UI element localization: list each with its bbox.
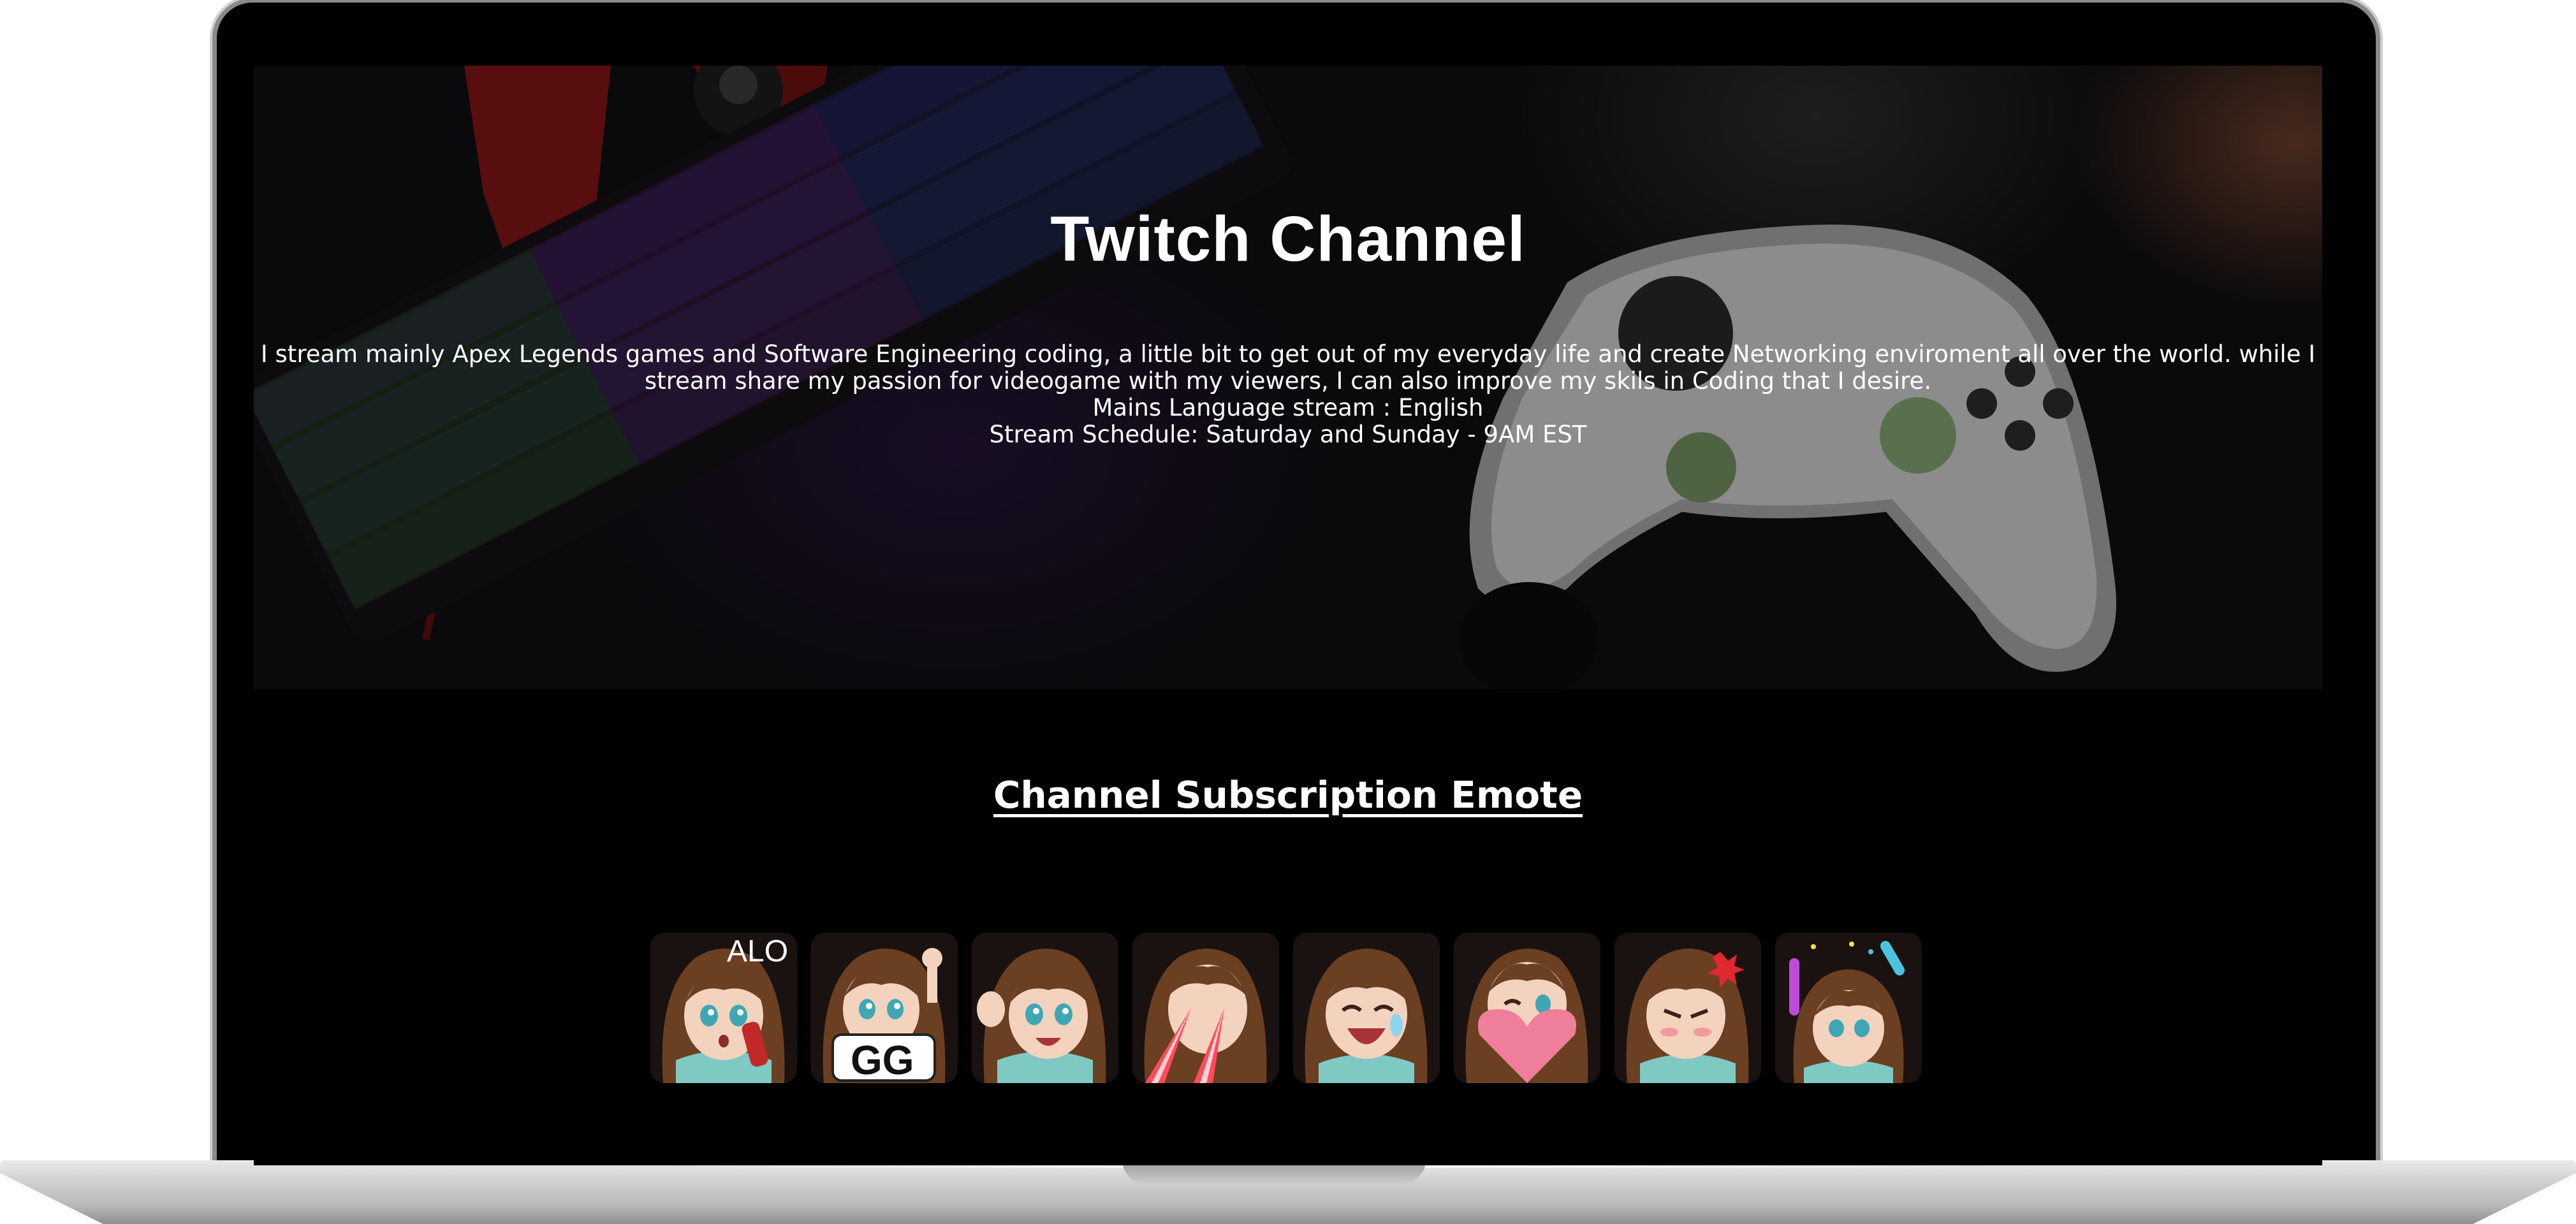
emote-laugh-cry bbox=[1293, 933, 1440, 1083]
emote-angry bbox=[1614, 933, 1761, 1083]
description-line-2: stream share my passion for videogame wi… bbox=[644, 368, 1932, 395]
page-title: Twitch Channel bbox=[1050, 203, 1526, 275]
stream-language: Mains Language stream : English bbox=[1092, 395, 1484, 421]
emote-lightstick bbox=[1775, 933, 1922, 1083]
stream-schedule: Stream Schedule: Saturday and Sunday - 9… bbox=[989, 421, 1587, 448]
emote-heart bbox=[1454, 933, 1600, 1083]
emote-gallery: ALO GG bbox=[650, 933, 1922, 1083]
description-line-1: I stream mainly Apex Legends games and S… bbox=[260, 341, 2316, 368]
browser-viewport: Twitch Channel I stream mainly Apex Lege… bbox=[254, 66, 2322, 1165]
emote-phone-text: ALO bbox=[727, 935, 788, 968]
emote-laser-eyes bbox=[1132, 933, 1279, 1083]
emote-wave bbox=[972, 933, 1118, 1083]
emote-section-title: Channel Subscription Emote bbox=[993, 773, 1583, 817]
channel-description: I stream mainly Apex Legends games and S… bbox=[254, 341, 2322, 448]
hero-banner: Twitch Channel I stream mainly Apex Lege… bbox=[254, 66, 2322, 689]
emote-gg: GG bbox=[811, 933, 958, 1083]
emote-gg-text: GG bbox=[851, 1037, 914, 1083]
emote-phone: ALO bbox=[650, 933, 797, 1083]
